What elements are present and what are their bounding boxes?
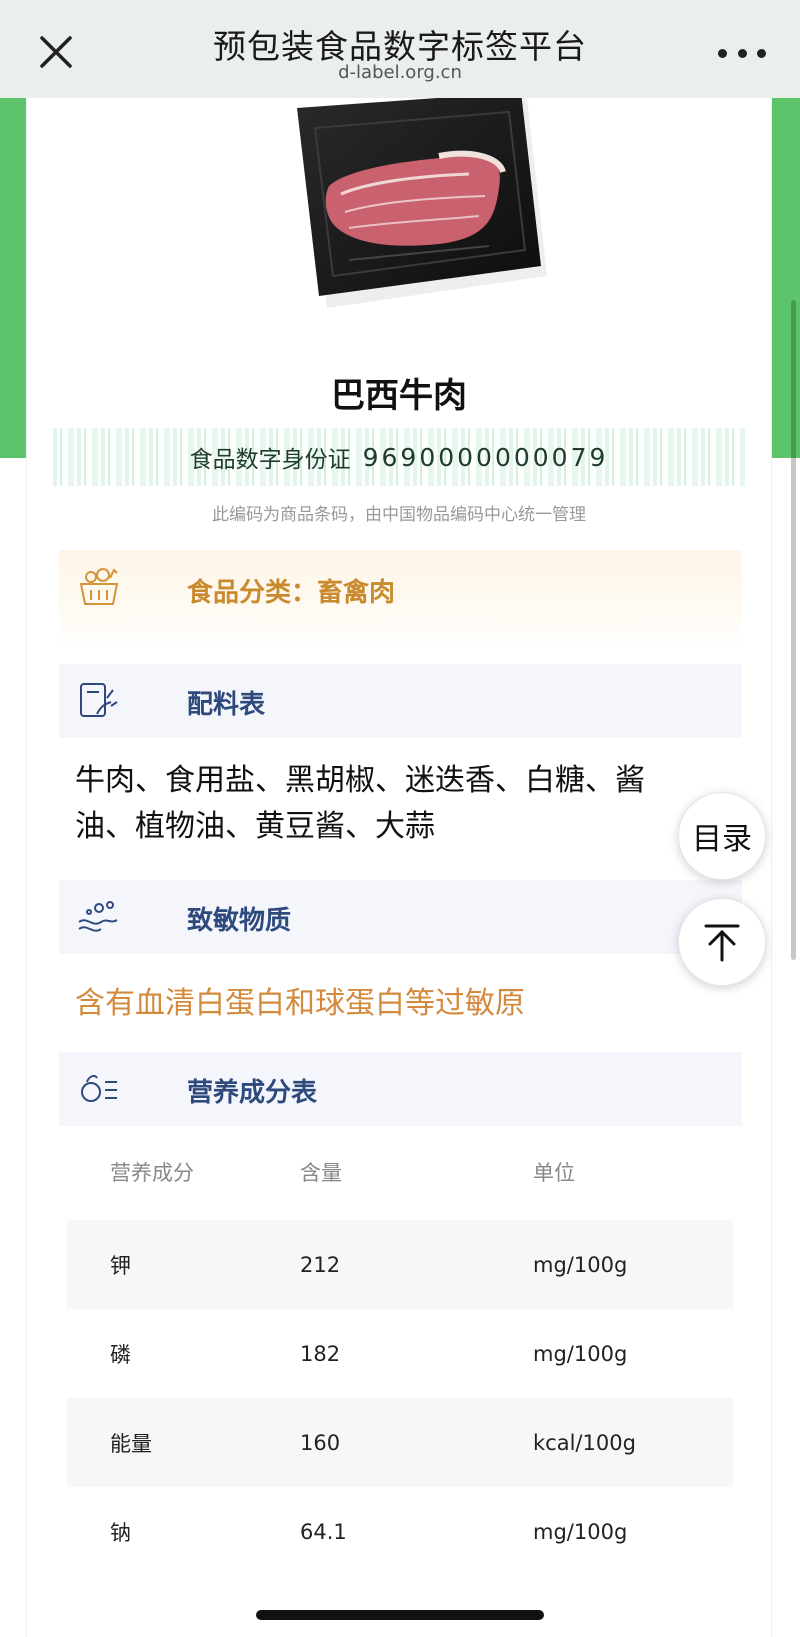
- allergen-text: 含有血清白蛋白和球蛋白等过敏原: [75, 986, 525, 1021]
- nutrient-unit: mg/100g: [533, 1519, 628, 1544]
- ingredients-icon: [77, 680, 119, 722]
- id-note: 此编码为商品条码，由中国物品编码中心统一管理: [212, 505, 586, 525]
- section-title-nutrition: 营养成分表: [187, 1078, 318, 1108]
- product-name: 巴西牛肉: [331, 376, 467, 416]
- ingredients-text: 牛肉、食用盐、黑胡椒、迷迭香、白糖、酱油、植物油、黄豆酱、大蒜: [75, 763, 645, 844]
- food-basket-icon: [77, 564, 121, 608]
- page-url: d-label.org.cn: [338, 62, 462, 83]
- column-header: 含量: [300, 1161, 342, 1185]
- allergen-icon: [77, 896, 119, 938]
- back-to-top-icon[interactable]: [678, 898, 766, 986]
- nutrient-amount: 212: [300, 1252, 341, 1277]
- ingredients-header: 配料表: [59, 664, 742, 738]
- table-of-contents-button[interactable]: 目录: [678, 792, 766, 880]
- nutrition-icon: [77, 1068, 119, 1110]
- column-header: 单位: [533, 1161, 575, 1185]
- nutrient-name: 能量: [110, 1431, 152, 1456]
- nutrient-amount: 182: [300, 1341, 341, 1366]
- page-title: 预包装食品数字标签平台: [213, 27, 587, 66]
- category-text: 食品分类：畜禽肉: [187, 578, 396, 608]
- column-header: 营养成分: [110, 1161, 194, 1185]
- table-row: 磷 182 mg/100g: [67, 1309, 733, 1398]
- nutrient-name: 钠: [110, 1520, 131, 1545]
- label-card: 巴西牛肉 食品数字身份证 9690000000079 此编码为商品条码，由中国物…: [26, 92, 772, 1637]
- nutrition-table: 营养成分 含量 单位 钾 212 mg/100g 磷 182 mg/100g 能…: [67, 1124, 733, 1576]
- nutrient-unit: mg/100g: [533, 1341, 628, 1366]
- nutrient-amount: 64.1: [300, 1519, 347, 1544]
- id-value: 9690000000079: [362, 442, 609, 472]
- scrollbar[interactable]: [791, 300, 796, 960]
- allergens-header: 致敏物质: [59, 880, 742, 954]
- category-box: 食品分类：畜禽肉: [59, 550, 742, 648]
- nutrient-name: 磷: [110, 1342, 131, 1367]
- nutrient-amount: 160: [300, 1430, 341, 1455]
- nutrition-header: 营养成分表: [59, 1052, 742, 1126]
- nutrient-unit: mg/100g: [533, 1252, 628, 1277]
- green-side-panel-left: [0, 98, 26, 458]
- section-title-allergens: 致敏物质: [187, 906, 292, 936]
- id-label: 食品数字身份证: [189, 447, 351, 473]
- food-digital-id: 食品数字身份证 9690000000079: [53, 428, 745, 486]
- packaged-beef-image: [289, 92, 569, 328]
- table-row: 钾 212 mg/100g: [67, 1220, 733, 1309]
- section-title-ingredients: 配料表: [187, 690, 266, 720]
- nutrient-unit: kcal/100g: [533, 1430, 636, 1455]
- table-row: 能量 160 kcal/100g: [67, 1398, 733, 1487]
- more-icon[interactable]: [718, 38, 766, 68]
- table-row: 钠 64.1 mg/100g: [67, 1487, 733, 1576]
- home-indicator[interactable]: [256, 1610, 544, 1620]
- nutrient-name: 钾: [110, 1253, 131, 1278]
- top-bar: 预包装食品数字标签平台 d-label.org.cn: [0, 0, 800, 98]
- table-header: 营养成分 含量 单位: [67, 1124, 733, 1220]
